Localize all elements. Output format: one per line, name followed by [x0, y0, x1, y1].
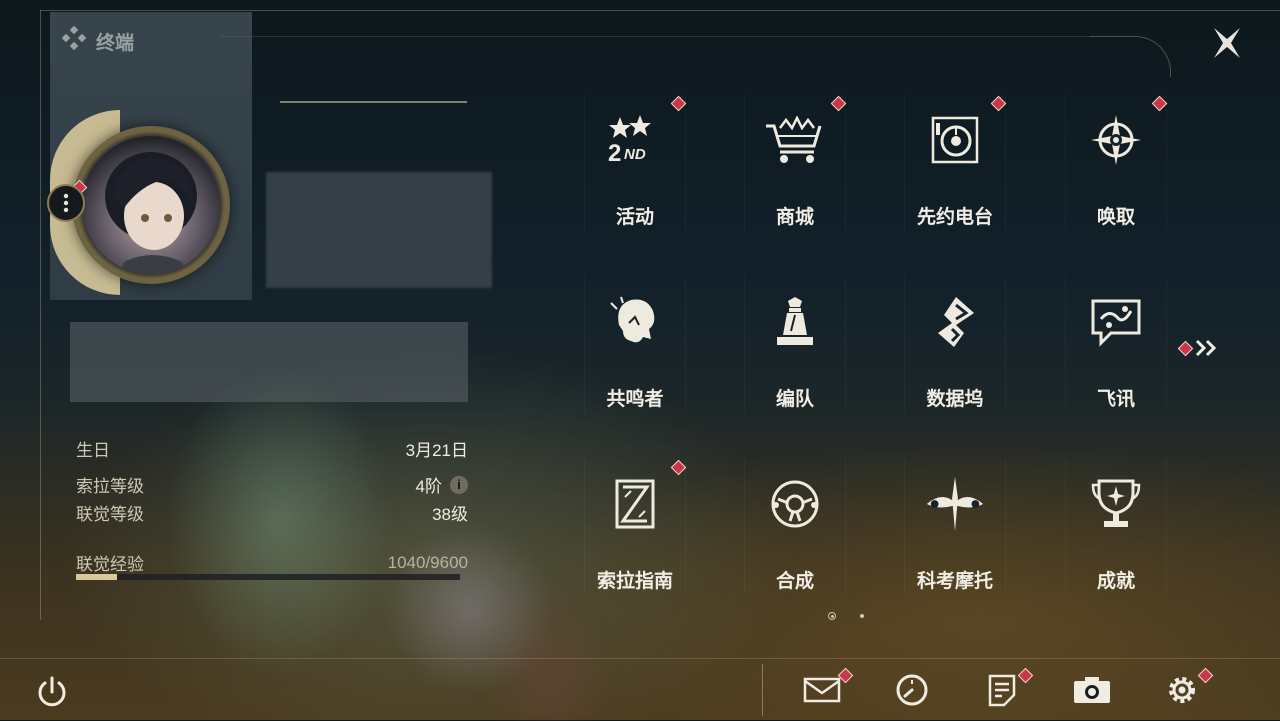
- notification-badge: [670, 459, 687, 476]
- next-page-badge: [1177, 340, 1194, 356]
- mail-button[interactable]: [802, 670, 842, 710]
- menu-tile-label: 先约电台: [916, 207, 993, 228]
- settings-button[interactable]: [1162, 670, 1202, 710]
- mail-icon: [803, 677, 841, 703]
- data-bank-icon: [923, 290, 987, 354]
- player-signature-obscured[interactable]: [70, 322, 468, 402]
- avatar[interactable]: [82, 136, 220, 274]
- menu-tile-label: 成就: [1096, 571, 1135, 592]
- sola-level-group: 4阶 i: [416, 472, 468, 497]
- double-chevron-right-icon: [1195, 339, 1217, 357]
- menu-tile-team[interactable]: 编队: [744, 276, 846, 412]
- bottom-divider: [762, 664, 763, 716]
- menu-tile-data-bank[interactable]: 数据坞: [904, 276, 1006, 412]
- next-page-button[interactable]: [1177, 338, 1220, 358]
- menu-tile-guide[interactable]: 索拉指南: [584, 458, 687, 594]
- menu-tile-label: 唤取: [1096, 207, 1135, 228]
- gear-icon: [1169, 677, 1195, 703]
- notification-badge: [990, 95, 1007, 112]
- menu-tile-shop[interactable]: 商城: [744, 94, 847, 230]
- frame-corner: [1090, 36, 1171, 77]
- page-dot[interactable]: [860, 614, 864, 618]
- notification-badge: [830, 95, 847, 112]
- frame-line-inner: [220, 36, 1090, 37]
- more-vertical-icon: [63, 193, 69, 213]
- motorbike-icon: [923, 472, 987, 536]
- notice-button[interactable]: [982, 670, 1022, 710]
- birthday-row: 生日 3月21日: [76, 436, 468, 461]
- union-exp-value: 1040/9600: [387, 552, 468, 572]
- notification-badge: [1151, 95, 1168, 112]
- menu-tile-label: 商城: [775, 207, 814, 228]
- close-button[interactable]: [1206, 22, 1248, 64]
- achievement-icon: [1084, 472, 1148, 536]
- svg-text:ND: ND: [624, 146, 646, 163]
- camera-icon: [1074, 677, 1110, 703]
- union-exp-fill: [76, 574, 118, 580]
- frame-line-left: [40, 10, 41, 620]
- menu-tile-achievement[interactable]: 成就: [1065, 458, 1167, 594]
- menu-tile-label: 合成: [775, 571, 814, 592]
- menu-tile-label: 数据坞: [926, 389, 984, 410]
- clock-button[interactable]: [892, 670, 932, 710]
- clock-icon: [896, 674, 928, 706]
- union-exp-row: 联觉经验 1040/9600: [76, 550, 468, 575]
- player-name-obscured: [266, 172, 492, 288]
- message-icon: [1084, 290, 1148, 354]
- page-dot-active[interactable]: [828, 612, 836, 620]
- convene-icon: [1084, 108, 1148, 172]
- power-icon: [38, 676, 66, 707]
- event-icon: 2 ND: [603, 108, 667, 172]
- menu-tile-event[interactable]: 2 ND 活动: [584, 94, 687, 230]
- avatar-options-button[interactable]: [47, 184, 85, 222]
- menu-tile-label: 飞讯: [1096, 389, 1135, 410]
- menu-tile-motorbike[interactable]: 科考摩托: [904, 458, 1006, 594]
- sola-level-row: 索拉等级 4阶 i: [76, 472, 468, 497]
- birthday-label: 生日: [76, 441, 110, 460]
- menu-tile-label: 活动: [615, 207, 654, 228]
- sola-level-value: 4阶: [415, 477, 442, 496]
- sola-level-label: 索拉等级: [76, 477, 144, 496]
- menu-tile-label: 共鸣者: [606, 389, 664, 410]
- union-level-row: 联觉等级 38级: [76, 500, 468, 525]
- power-button[interactable]: [34, 674, 70, 710]
- union-exp-label: 联觉经验: [76, 555, 144, 574]
- svg-text:2: 2: [608, 140, 621, 167]
- close-icon: [1214, 28, 1240, 58]
- camera-button[interactable]: [1072, 670, 1112, 710]
- resonator-icon: [603, 290, 667, 354]
- union-level-label: 联觉等级: [76, 505, 144, 524]
- menu-tile-label: 索拉指南: [596, 571, 673, 592]
- menu-tile-label: 科考摩托: [916, 571, 993, 592]
- union-level-value: 38级: [432, 505, 468, 524]
- notification-badge: [670, 95, 687, 112]
- birthday-value: 3月21日: [405, 441, 468, 460]
- shop-icon: [763, 108, 827, 172]
- menu-tile-message[interactable]: 飞讯: [1065, 276, 1167, 412]
- decorative-line: [280, 101, 467, 103]
- menu-tile-resonator[interactable]: 共鸣者: [584, 276, 686, 412]
- info-icon[interactable]: i: [450, 475, 468, 494]
- menu-tile-label: 编队: [775, 389, 814, 410]
- notice-icon: [988, 674, 1016, 707]
- synthesis-icon: [763, 472, 827, 536]
- menu-tile-radio[interactable]: 先约电台: [904, 94, 1007, 230]
- frame-line-top: [40, 10, 1280, 11]
- union-exp-bar: [76, 574, 460, 580]
- guide-icon: [603, 472, 667, 536]
- team-icon: [763, 290, 827, 354]
- menu-tile-convene[interactable]: 唤取: [1065, 94, 1168, 230]
- radio-icon: [923, 108, 987, 172]
- function-menu-grid: 2 ND 活动 商城 先约电台 唤取共鸣者 编队 数据坞 飞讯索拉指南 合成 科考摩托 成就: [584, 94, 1168, 598]
- menu-tile-synthesis[interactable]: 合成: [744, 458, 846, 594]
- page-indicator: [828, 612, 864, 620]
